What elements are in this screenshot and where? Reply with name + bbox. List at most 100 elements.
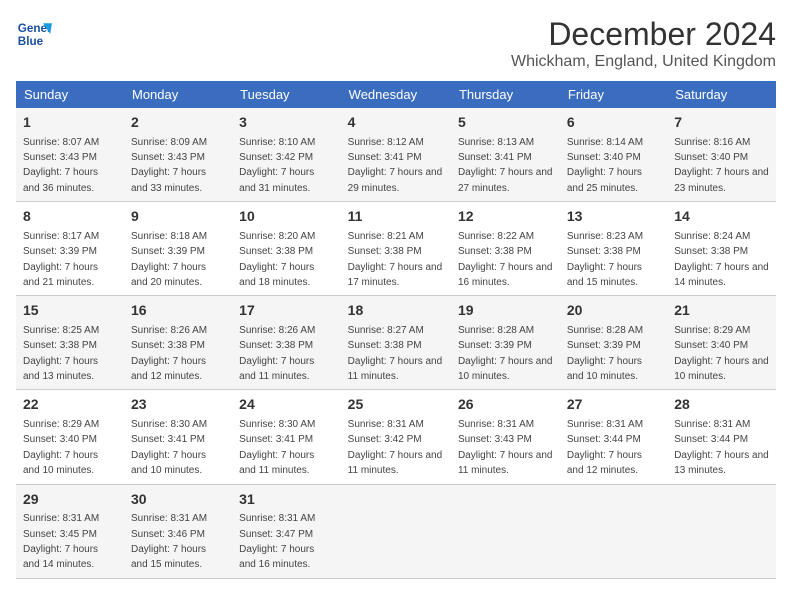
table-row: 12 Sunrise: 8:22 AMSunset: 3:38 PMDaylig… bbox=[451, 202, 560, 296]
day-info: Sunrise: 8:31 AMSunset: 3:44 PMDaylight:… bbox=[674, 419, 769, 476]
day-info: Sunrise: 8:22 AMSunset: 3:38 PMDaylight:… bbox=[458, 231, 553, 288]
day-info: Sunrise: 8:10 AMSunset: 3:42 PMDaylight:… bbox=[239, 137, 315, 194]
day-info: Sunrise: 8:18 AMSunset: 3:39 PMDaylight:… bbox=[131, 231, 207, 288]
day-number: 20 bbox=[567, 301, 660, 321]
calendar-row-4: 22 Sunrise: 8:29 AMSunset: 3:40 PMDaylig… bbox=[16, 390, 776, 484]
day-number: 18 bbox=[348, 301, 444, 321]
day-info: Sunrise: 8:27 AMSunset: 3:38 PMDaylight:… bbox=[348, 325, 443, 382]
table-row: 3 Sunrise: 8:10 AMSunset: 3:42 PMDayligh… bbox=[232, 108, 340, 202]
day-info: Sunrise: 8:31 AMSunset: 3:43 PMDaylight:… bbox=[458, 419, 553, 476]
table-row: 10 Sunrise: 8:20 AMSunset: 3:38 PMDaylig… bbox=[232, 202, 340, 296]
day-info: Sunrise: 8:31 AMSunset: 3:45 PMDaylight:… bbox=[23, 513, 99, 570]
day-info: Sunrise: 8:23 AMSunset: 3:38 PMDaylight:… bbox=[567, 231, 643, 288]
table-row bbox=[560, 484, 667, 578]
day-info: Sunrise: 8:20 AMSunset: 3:38 PMDaylight:… bbox=[239, 231, 315, 288]
day-info: Sunrise: 8:13 AMSunset: 3:41 PMDaylight:… bbox=[458, 137, 553, 194]
day-info: Sunrise: 8:29 AMSunset: 3:40 PMDaylight:… bbox=[674, 325, 769, 382]
table-row bbox=[667, 484, 776, 578]
table-row: 11 Sunrise: 8:21 AMSunset: 3:38 PMDaylig… bbox=[341, 202, 451, 296]
day-number: 16 bbox=[131, 301, 225, 321]
day-info: Sunrise: 8:29 AMSunset: 3:40 PMDaylight:… bbox=[23, 419, 99, 476]
table-row: 25 Sunrise: 8:31 AMSunset: 3:42 PMDaylig… bbox=[341, 390, 451, 484]
day-number: 14 bbox=[674, 207, 769, 227]
title-section: December 2024 Whickham, England, United … bbox=[511, 16, 776, 71]
day-number: 17 bbox=[239, 301, 333, 321]
table-row: 14 Sunrise: 8:24 AMSunset: 3:38 PMDaylig… bbox=[667, 202, 776, 296]
table-row: 6 Sunrise: 8:14 AMSunset: 3:40 PMDayligh… bbox=[560, 108, 667, 202]
calendar-row-5: 29 Sunrise: 8:31 AMSunset: 3:45 PMDaylig… bbox=[16, 484, 776, 578]
day-info: Sunrise: 8:14 AMSunset: 3:40 PMDaylight:… bbox=[567, 137, 643, 194]
table-row: 26 Sunrise: 8:31 AMSunset: 3:43 PMDaylig… bbox=[451, 390, 560, 484]
col-sunday: Sunday bbox=[16, 81, 124, 108]
table-row: 8 Sunrise: 8:17 AMSunset: 3:39 PMDayligh… bbox=[16, 202, 124, 296]
day-info: Sunrise: 8:16 AMSunset: 3:40 PMDaylight:… bbox=[674, 137, 769, 194]
table-row bbox=[451, 484, 560, 578]
table-row: 2 Sunrise: 8:09 AMSunset: 3:43 PMDayligh… bbox=[124, 108, 232, 202]
table-row: 22 Sunrise: 8:29 AMSunset: 3:40 PMDaylig… bbox=[16, 390, 124, 484]
day-info: Sunrise: 8:24 AMSunset: 3:38 PMDaylight:… bbox=[674, 231, 769, 288]
col-saturday: Saturday bbox=[667, 81, 776, 108]
day-number: 9 bbox=[131, 207, 225, 227]
table-row: 27 Sunrise: 8:31 AMSunset: 3:44 PMDaylig… bbox=[560, 390, 667, 484]
table-row: 24 Sunrise: 8:30 AMSunset: 3:41 PMDaylig… bbox=[232, 390, 340, 484]
day-info: Sunrise: 8:17 AMSunset: 3:39 PMDaylight:… bbox=[23, 231, 99, 288]
col-monday: Monday bbox=[124, 81, 232, 108]
day-number: 8 bbox=[23, 207, 117, 227]
day-number: 21 bbox=[674, 301, 769, 321]
day-number: 19 bbox=[458, 301, 553, 321]
day-number: 23 bbox=[131, 395, 225, 415]
calendar-row-3: 15 Sunrise: 8:25 AMSunset: 3:38 PMDaylig… bbox=[16, 296, 776, 390]
day-info: Sunrise: 8:31 AMSunset: 3:46 PMDaylight:… bbox=[131, 513, 207, 570]
day-number: 13 bbox=[567, 207, 660, 227]
logo: General Blue bbox=[16, 16, 56, 52]
table-row: 16 Sunrise: 8:26 AMSunset: 3:38 PMDaylig… bbox=[124, 296, 232, 390]
day-number: 15 bbox=[23, 301, 117, 321]
table-row: 9 Sunrise: 8:18 AMSunset: 3:39 PMDayligh… bbox=[124, 202, 232, 296]
page-header: General Blue December 2024 Whickham, Eng… bbox=[16, 16, 776, 71]
table-row: 18 Sunrise: 8:27 AMSunset: 3:38 PMDaylig… bbox=[341, 296, 451, 390]
table-row: 1 Sunrise: 8:07 AMSunset: 3:43 PMDayligh… bbox=[16, 108, 124, 202]
table-row: 7 Sunrise: 8:16 AMSunset: 3:40 PMDayligh… bbox=[667, 108, 776, 202]
day-info: Sunrise: 8:21 AMSunset: 3:38 PMDaylight:… bbox=[348, 231, 443, 288]
day-info: Sunrise: 8:07 AMSunset: 3:43 PMDaylight:… bbox=[23, 137, 99, 194]
table-row: 15 Sunrise: 8:25 AMSunset: 3:38 PMDaylig… bbox=[16, 296, 124, 390]
day-info: Sunrise: 8:28 AMSunset: 3:39 PMDaylight:… bbox=[458, 325, 553, 382]
day-number: 4 bbox=[348, 113, 444, 133]
day-number: 30 bbox=[131, 490, 225, 510]
day-info: Sunrise: 8:30 AMSunset: 3:41 PMDaylight:… bbox=[239, 419, 315, 476]
table-row bbox=[341, 484, 451, 578]
table-row: 31 Sunrise: 8:31 AMSunset: 3:47 PMDaylig… bbox=[232, 484, 340, 578]
day-number: 12 bbox=[458, 207, 553, 227]
day-info: Sunrise: 8:31 AMSunset: 3:42 PMDaylight:… bbox=[348, 419, 443, 476]
col-thursday: Thursday bbox=[451, 81, 560, 108]
day-number: 28 bbox=[674, 395, 769, 415]
table-row: 13 Sunrise: 8:23 AMSunset: 3:38 PMDaylig… bbox=[560, 202, 667, 296]
day-info: Sunrise: 8:26 AMSunset: 3:38 PMDaylight:… bbox=[131, 325, 207, 382]
calendar-row-1: 1 Sunrise: 8:07 AMSunset: 3:43 PMDayligh… bbox=[16, 108, 776, 202]
col-wednesday: Wednesday bbox=[341, 81, 451, 108]
day-info: Sunrise: 8:31 AMSunset: 3:44 PMDaylight:… bbox=[567, 419, 643, 476]
day-number: 11 bbox=[348, 207, 444, 227]
day-info: Sunrise: 8:25 AMSunset: 3:38 PMDaylight:… bbox=[23, 325, 99, 382]
calendar-row-2: 8 Sunrise: 8:17 AMSunset: 3:39 PMDayligh… bbox=[16, 202, 776, 296]
table-row: 30 Sunrise: 8:31 AMSunset: 3:46 PMDaylig… bbox=[124, 484, 232, 578]
day-number: 22 bbox=[23, 395, 117, 415]
day-info: Sunrise: 8:26 AMSunset: 3:38 PMDaylight:… bbox=[239, 325, 315, 382]
day-number: 24 bbox=[239, 395, 333, 415]
day-info: Sunrise: 8:12 AMSunset: 3:41 PMDaylight:… bbox=[348, 137, 443, 194]
table-row: 20 Sunrise: 8:28 AMSunset: 3:39 PMDaylig… bbox=[560, 296, 667, 390]
day-info: Sunrise: 8:31 AMSunset: 3:47 PMDaylight:… bbox=[239, 513, 315, 570]
location-title: Whickham, England, United Kingdom bbox=[511, 53, 776, 71]
day-number: 3 bbox=[239, 113, 333, 133]
svg-text:Blue: Blue bbox=[18, 35, 44, 48]
day-number: 25 bbox=[348, 395, 444, 415]
calendar-header-row: Sunday Monday Tuesday Wednesday Thursday… bbox=[16, 81, 776, 108]
day-number: 5 bbox=[458, 113, 553, 133]
day-number: 2 bbox=[131, 113, 225, 133]
day-number: 1 bbox=[23, 113, 117, 133]
table-row: 4 Sunrise: 8:12 AMSunset: 3:41 PMDayligh… bbox=[341, 108, 451, 202]
col-friday: Friday bbox=[560, 81, 667, 108]
table-row: 29 Sunrise: 8:31 AMSunset: 3:45 PMDaylig… bbox=[16, 484, 124, 578]
table-row: 23 Sunrise: 8:30 AMSunset: 3:41 PMDaylig… bbox=[124, 390, 232, 484]
day-info: Sunrise: 8:09 AMSunset: 3:43 PMDaylight:… bbox=[131, 137, 207, 194]
